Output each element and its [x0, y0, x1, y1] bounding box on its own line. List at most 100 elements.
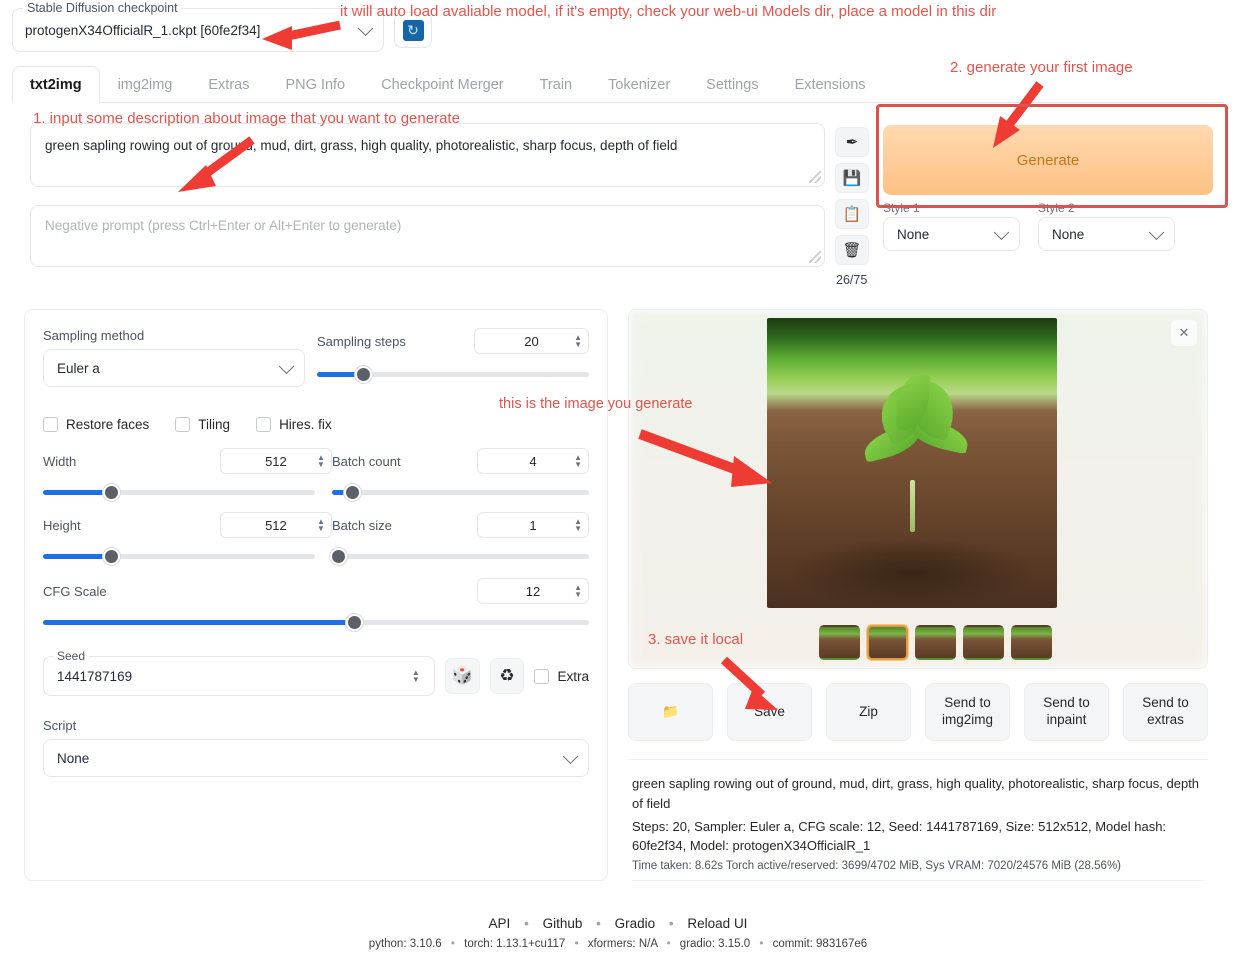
send-to-img2img-button[interactable]: Send to img2img: [925, 683, 1010, 741]
github-link[interactable]: Github: [543, 916, 583, 931]
batch-size-input[interactable]: 1 ▲ ▼: [477, 512, 589, 538]
style-1-dropdown[interactable]: None: [883, 217, 1020, 251]
zip-button[interactable]: Zip: [826, 683, 911, 741]
sampling-method-value: Euler a: [57, 360, 100, 376]
style-2-dropdown[interactable]: None: [1038, 217, 1175, 251]
api-link[interactable]: API: [489, 916, 511, 931]
width-input[interactable]: 512 ▲ ▼: [219, 448, 332, 474]
batch-size-slider[interactable]: [329, 548, 589, 565]
tab-train[interactable]: Train: [522, 66, 591, 103]
sampling-steps-slider[interactable]: [317, 366, 589, 383]
thumbnail-strip: [819, 625, 1052, 660]
slider-knob[interactable]: [103, 548, 120, 565]
thumbnail-item[interactable]: [819, 625, 860, 660]
open-folder-button[interactable]: 📁: [628, 683, 713, 741]
tab-txt2img[interactable]: txt2img: [12, 66, 100, 103]
slider-knob[interactable]: [329, 548, 347, 565]
sampling-steps-label: Sampling steps: [317, 333, 406, 349]
thumbnail-item[interactable]: [915, 625, 956, 660]
slider-knob[interactable]: [346, 614, 364, 631]
tab-settings[interactable]: Settings: [688, 66, 776, 103]
tab-tokenizer[interactable]: Tokenizer: [590, 66, 688, 103]
tab-extensions[interactable]: Extensions: [777, 66, 884, 103]
extra-seed-checkbox[interactable]: Extra: [534, 668, 589, 684]
annotation-image: this is the image you generate: [499, 396, 693, 412]
paste-button[interactable]: 📋: [835, 199, 869, 229]
send-to-inpaint-button[interactable]: Send to inpaint: [1024, 683, 1109, 741]
send-to-extras-button[interactable]: Send to extras: [1123, 683, 1208, 741]
random-seed-button[interactable]: 🎲: [444, 658, 480, 694]
close-image-button[interactable]: ✕: [1171, 320, 1197, 346]
info-prompt: green sapling rowing out of ground, mud,…: [632, 776, 1200, 811]
save-button[interactable]: Save: [727, 683, 812, 741]
slider-knob[interactable]: [103, 484, 120, 501]
checkpoint-dropdown[interactable]: Stable Diffusion checkpoint protogenX34O…: [12, 1, 384, 52]
resize-handle[interactable]: [809, 251, 821, 263]
recycle-icon: ♻: [499, 666, 515, 685]
cfg-scale-slider[interactable]: [43, 614, 589, 631]
stepper-icon[interactable]: ▲ ▼: [412, 669, 420, 684]
reload-ui-link[interactable]: Reload UI: [687, 916, 747, 931]
tab-img2img[interactable]: img2img: [100, 66, 191, 103]
slider-fill: [43, 554, 111, 559]
chevron-down-icon: [357, 20, 374, 37]
slider-knob[interactable]: [355, 366, 373, 383]
separator: •: [596, 916, 601, 931]
thumbnail-item[interactable]: [867, 625, 908, 660]
stepper-icon[interactable]: ▲ ▼: [317, 454, 325, 469]
stepper-icon[interactable]: ▲ ▼: [574, 584, 582, 599]
script-dropdown[interactable]: None: [43, 739, 589, 777]
prompt-value: green sapling rowing out of ground, mud,…: [45, 138, 678, 153]
negative-prompt-input[interactable]: Negative prompt (press Ctrl+Enter or Alt…: [30, 205, 825, 267]
generation-info: green sapling rowing out of ground, mud,…: [628, 759, 1208, 881]
script-label: Script: [43, 718, 77, 733]
checkbox-box: [534, 668, 550, 684]
height-label: Height: [43, 517, 81, 533]
sampling-method-label: Sampling method: [43, 328, 145, 343]
resize-handle[interactable]: [809, 171, 821, 183]
tab-png-info[interactable]: PNG Info: [267, 66, 363, 103]
generated-image[interactable]: [767, 318, 1057, 608]
hires-fix-checkbox[interactable]: Hires. fix: [256, 417, 332, 432]
annotation-generate: 2. generate your first image: [950, 59, 1133, 76]
stepper-icon[interactable]: ▲ ▼: [574, 454, 582, 469]
thumbnail-item[interactable]: [1011, 625, 1052, 660]
prompt-input[interactable]: green sapling rowing out of ground, mud,…: [30, 123, 825, 187]
reuse-seed-button[interactable]: ♻: [489, 658, 525, 694]
sampling-steps-input[interactable]: 20 ▲ ▼: [474, 328, 589, 354]
stepper-icon[interactable]: ▲ ▼: [574, 518, 582, 533]
tab-extras[interactable]: Extras: [190, 66, 267, 103]
batch-count-slider[interactable]: [331, 484, 589, 501]
tiling-checkbox[interactable]: Tiling: [175, 417, 230, 432]
seed-input[interactable]: Seed 1441787169 ▲ ▼: [43, 649, 435, 696]
python-version: python: 3.10.6: [368, 938, 442, 950]
tab-checkpoint-merger[interactable]: Checkpoint Merger: [363, 66, 522, 103]
slider-knob[interactable]: [343, 484, 361, 501]
width-slider[interactable]: [43, 484, 315, 501]
width-label: Width: [43, 453, 77, 469]
height-input[interactable]: 512 ▲ ▼: [219, 512, 332, 538]
pen-button[interactable]: ✒: [835, 127, 869, 157]
image-actions: 📁 Save Zip Send to img2img Send to inpai…: [628, 683, 1208, 741]
clear-prompt-button[interactable]: 🗑: [835, 235, 869, 265]
separator: •: [524, 916, 529, 931]
save-style-button[interactable]: 💾: [835, 163, 869, 193]
hires-fix-label: Hires. fix: [279, 417, 332, 432]
gradio-link[interactable]: Gradio: [615, 916, 656, 931]
stepper-icon[interactable]: ▲ ▼: [317, 518, 325, 533]
style-1-group: Style 1 None: [883, 201, 1020, 251]
restore-faces-checkbox[interactable]: Restore faces: [43, 417, 149, 432]
cfg-scale-input[interactable]: 12 ▲ ▼: [477, 578, 589, 604]
batch-size-value: 1: [529, 517, 537, 533]
sampling-method-dropdown[interactable]: Euler a: [43, 349, 305, 387]
height-slider[interactable]: [43, 548, 315, 565]
checkbox-box: [175, 417, 191, 432]
separator: •: [666, 938, 671, 950]
separator: •: [759, 938, 764, 950]
batch-count-input[interactable]: 4 ▲ ▼: [477, 448, 589, 474]
thumbnail-item[interactable]: [963, 625, 1004, 660]
divider: [632, 880, 1204, 881]
info-params: Steps: 20, Sampler: Euler a, CFG scale: …: [632, 818, 1167, 854]
info-time: Time taken: 8.62s Torch active/reserved:…: [632, 860, 1121, 872]
stepper-icon[interactable]: ▲ ▼: [574, 334, 582, 349]
